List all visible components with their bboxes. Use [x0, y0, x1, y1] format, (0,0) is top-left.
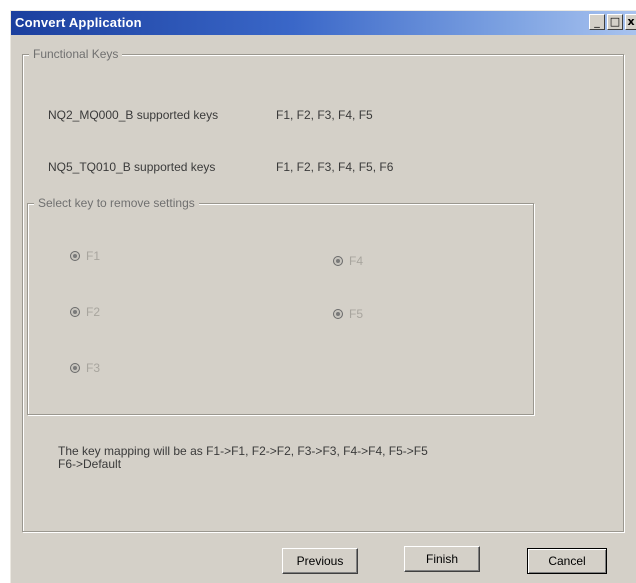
radio-f2-circle[interactable]	[70, 307, 80, 317]
radio-f2[interactable]: F2	[70, 305, 100, 319]
title-bar[interactable]: Convert Application _ □ x	[11, 11, 636, 35]
radio-f1-circle[interactable]	[70, 251, 80, 261]
key-mapping-note: The key mapping will be as F1->F1, F2->F…	[58, 445, 536, 471]
device-1-label: NQ2_MQ000_B supported keys	[48, 108, 219, 122]
radio-f3-label: F3	[86, 361, 101, 375]
radio-f5[interactable]: F5	[333, 307, 363, 321]
device-2-keys: F1, F2, F3, F4, F5, F6	[276, 160, 394, 174]
radio-f4-label: F4	[349, 254, 364, 268]
device-2-label: NQ5_TQ010_B supported keys	[48, 160, 216, 174]
cancel-button[interactable]: Cancel	[527, 548, 607, 574]
radio-f3[interactable]: F3	[70, 361, 100, 375]
previous-button[interactable]: Previous	[282, 548, 358, 574]
key-mapping-line-2: F6->Default	[58, 457, 122, 471]
radio-f1-label: F1	[86, 249, 101, 263]
maximize-button[interactable]: □	[607, 14, 623, 30]
functional-keys-group-title: Functional Keys	[29, 47, 123, 61]
caption-buttons: _ □ x	[587, 14, 636, 32]
radio-f5-circle[interactable]	[333, 309, 343, 319]
radio-f3-circle[interactable]	[70, 363, 80, 373]
radio-f2-label: F2	[86, 305, 101, 319]
finish-button[interactable]: Finish	[404, 546, 480, 572]
radio-f4[interactable]: F4	[333, 254, 363, 268]
remove-settings-group: Select key to remove settings	[27, 196, 534, 415]
radio-f5-label: F5	[349, 307, 364, 321]
close-button[interactable]: x	[625, 14, 636, 30]
remove-settings-group-title: Select key to remove settings	[34, 196, 199, 210]
device-1-keys: F1, F2, F3, F4, F5	[276, 108, 373, 122]
radio-f4-circle[interactable]	[333, 256, 343, 266]
minimize-button[interactable]: _	[589, 14, 605, 30]
key-mapping-line-1: The key mapping will be as F1->F1, F2->F…	[58, 444, 428, 458]
radio-f1[interactable]: F1	[70, 249, 100, 263]
window-title: Convert Application	[15, 15, 142, 30]
